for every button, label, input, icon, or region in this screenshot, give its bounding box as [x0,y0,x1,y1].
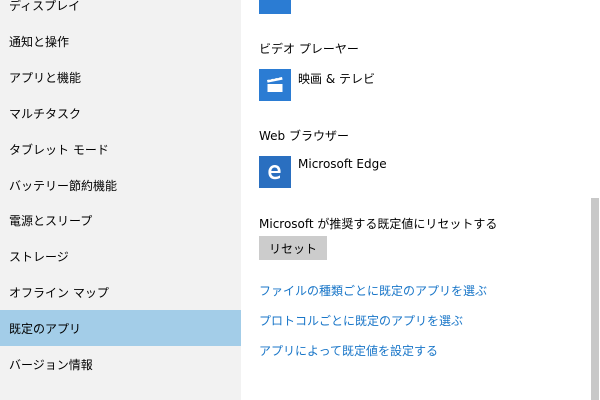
sidebar-item-notifications[interactable]: 通知と操作 [0,23,241,59]
video-player-app-name: 映画 & テレビ [298,72,375,86]
sidebar-item-tablet-mode[interactable]: タブレット モード [0,131,241,167]
sidebar-item-label: マルチタスク [9,106,82,121]
sidebar-item-label: 通知と操作 [9,34,70,49]
sidebar-item-label: 既定のアプリ [9,321,82,336]
sidebar-item-label: ディスプレイ [9,0,81,13]
sidebar: ディスプレイ 通知と操作 アプリと機能 マルチタスク タブレット モード バッテ… [0,0,241,400]
main-content: ビデオ プレーヤー 映画 & テレビ Web ブラウザー Microsoft E… [241,0,590,400]
sidebar-item-label: ストレージ [9,249,69,264]
web-browser-app-name: Microsoft Edge [298,157,387,171]
partial-app-icon[interactable] [259,0,291,14]
edge-e-icon [259,156,291,188]
reset-button[interactable]: リセット [259,236,327,260]
app-glyph-icon [267,0,283,4]
choose-default-apps-by-file-type-link[interactable]: ファイルの種類ごとに既定のアプリを選ぶ [259,282,487,299]
sidebar-item-label: バッテリー節約機能 [9,178,118,193]
video-player-heading: ビデオ プレーヤー [259,42,359,56]
set-defaults-by-app-link[interactable]: アプリによって既定値を設定する [259,342,438,359]
sidebar-item-multitasking[interactable]: マルチタスク [0,95,241,131]
sidebar-item-offline-maps[interactable]: オフライン マップ [0,274,241,310]
sidebar-item-default-apps[interactable]: 既定のアプリ [0,310,241,346]
sidebar-item-display[interactable]: ディスプレイ [0,0,241,23]
settings-window: ディスプレイ 通知と操作 アプリと機能 マルチタスク タブレット モード バッテ… [0,0,600,400]
scrollbar-thumb[interactable] [591,198,599,400]
sidebar-item-about[interactable]: バージョン情報 [0,346,241,382]
film-clapper-icon [259,69,291,101]
sidebar-item-label: 電源とスリープ [9,213,93,228]
web-browser-app-button[interactable]: Microsoft Edge [259,156,387,188]
sidebar-item-label: バージョン情報 [9,357,93,372]
reset-description: Microsoft が推奨する既定値にリセットする [259,217,498,231]
sidebar-item-battery-saver[interactable]: バッテリー節約機能 [0,167,241,203]
sidebar-item-power-sleep[interactable]: 電源とスリープ [0,202,241,238]
sidebar-item-label: オフライン マップ [9,285,109,300]
sidebar-item-apps-features[interactable]: アプリと機能 [0,59,241,95]
sidebar-item-storage[interactable]: ストレージ [0,238,241,274]
video-player-app-button[interactable]: 映画 & テレビ [259,69,375,101]
sidebar-item-label: アプリと機能 [9,70,82,85]
web-browser-heading: Web ブラウザー [259,129,349,143]
choose-default-apps-by-protocol-link[interactable]: プロトコルごとに既定のアプリを選ぶ [259,312,463,329]
sidebar-item-label: タブレット モード [9,142,109,157]
